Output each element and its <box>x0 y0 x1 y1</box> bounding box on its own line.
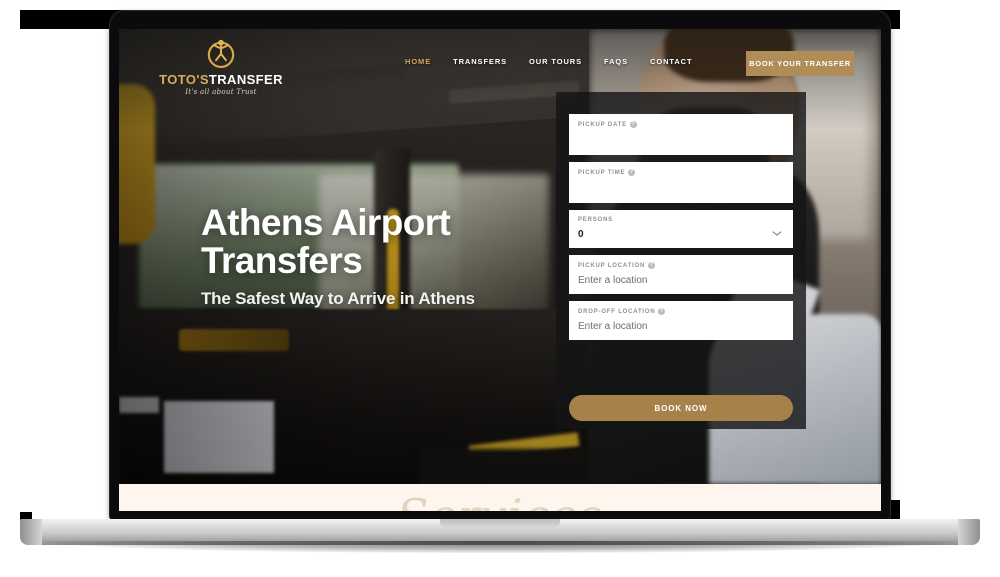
persons-field[interactable]: PERSONS 0 <box>569 210 793 248</box>
pickup-date-field[interactable]: PICKUP DATE ? <box>569 114 793 155</box>
laptop-base-notch <box>440 519 560 528</box>
booking-form-panel: PICKUP DATE ? PICKUP TIME ? PERSONS 0 PI… <box>556 92 806 429</box>
dropoff-location-input[interactable]: Enter a location <box>578 321 784 332</box>
persons-label: PERSONS <box>578 217 784 223</box>
logo-name-part2: TRANSFER <box>208 72 283 87</box>
help-icon[interactable]: ? <box>648 262 656 269</box>
hero-title-line-1: Athens Airport <box>201 202 451 243</box>
nav-item-our-tours[interactable]: OUR TOURS <box>529 57 582 66</box>
pickup-time-label: PICKUP TIME ? <box>578 169 784 176</box>
laptop-screen: Athens Airport Transfers The Safest Way … <box>119 29 881 511</box>
nav-item-contact[interactable]: CONTACT <box>650 57 692 66</box>
pickup-location-label: PICKUP LOCATION ? <box>578 262 784 269</box>
pickup-time-label-text: PICKUP TIME <box>578 169 626 176</box>
hero-subtitle: The Safest Way to Arrive in Athens <box>201 289 475 308</box>
nav-item-faqs[interactable]: FAQS <box>604 57 628 66</box>
chevron-down-icon[interactable] <box>773 231 782 240</box>
hero-title: Athens Airport Transfers <box>201 204 475 280</box>
nav-item-home[interactable]: HOME <box>405 57 431 66</box>
help-icon[interactable]: ? <box>629 121 637 128</box>
pickup-location-input[interactable]: Enter a location <box>578 275 784 286</box>
site-header: TOTO'STRANSFER It's all about Trust HOME… <box>119 29 881 96</box>
pickup-date-label: PICKUP DATE ? <box>578 121 784 128</box>
pickup-location-field[interactable]: PICKUP LOCATION ? Enter a location <box>569 255 793 294</box>
book-now-button[interactable]: BOOK NOW <box>569 395 793 421</box>
hero-text-block: Athens Airport Transfers The Safest Way … <box>201 204 475 309</box>
book-your-transfer-button[interactable]: BOOK YOUR TRANSFER <box>746 51 854 76</box>
logo-name-part1: TOTO'S <box>159 72 209 87</box>
help-icon[interactable]: ? <box>658 308 666 315</box>
main-navigation: HOME TRANSFERS OUR TOURS FAQS CONTACT <box>405 57 692 66</box>
nav-item-transfers[interactable]: TRANSFERS <box>453 57 507 66</box>
persons-value: 0 <box>578 229 584 240</box>
dropoff-location-field[interactable]: DROP-OFF LOCATION ? Enter a location <box>569 301 793 340</box>
pickup-time-field[interactable]: PICKUP TIME ? <box>569 162 793 203</box>
persons-label-text: PERSONS <box>578 217 613 223</box>
services-section-title: Services <box>119 489 881 511</box>
dropoff-location-label-text: DROP-OFF LOCATION <box>578 308 656 315</box>
logo-tagline: It's all about Trust <box>185 88 257 96</box>
logo-wordmark: TOTO'STRANSFER <box>151 72 291 87</box>
services-section: Services <box>119 484 881 511</box>
dropoff-location-label: DROP-OFF LOCATION ? <box>578 308 784 315</box>
laptop-base-edge-left <box>20 519 42 545</box>
laptop-base-edge-right <box>958 519 980 545</box>
logo-person-in-circle-icon <box>203 35 239 71</box>
pickup-location-label-text: PICKUP LOCATION <box>578 262 646 269</box>
website-viewport: Athens Airport Transfers The Safest Way … <box>119 29 881 511</box>
pickup-date-label-text: PICKUP DATE <box>578 121 627 128</box>
hero-title-line-2: Transfers <box>201 240 363 281</box>
site-logo[interactable]: TOTO'STRANSFER It's all about Trust <box>151 35 291 96</box>
laptop-lid: Athens Airport Transfers The Safest Way … <box>110 11 890 519</box>
screenshot-scene: Athens Airport Transfers The Safest Way … <box>0 0 1000 577</box>
laptop-base-shadow <box>44 541 956 553</box>
help-icon[interactable]: ? <box>628 169 636 176</box>
